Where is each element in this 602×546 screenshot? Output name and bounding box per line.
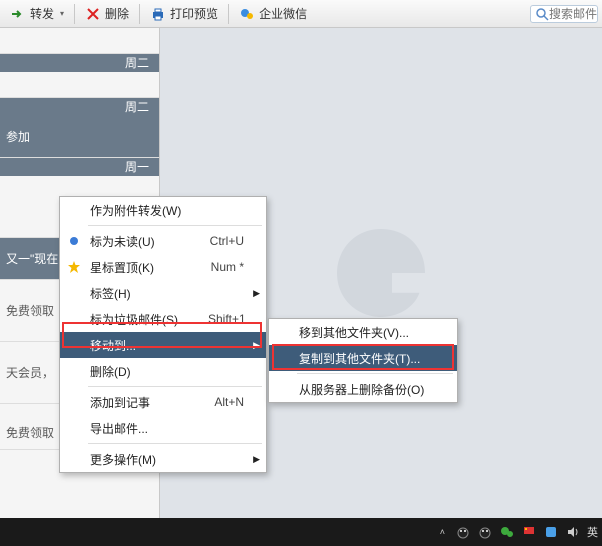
toolbar: 转发 ▾ 删除 打印预览 企业微信 <box>0 0 602 28</box>
day-header: 周一 <box>0 158 159 176</box>
separator <box>74 4 75 24</box>
qq-icon[interactable] <box>455 524 471 540</box>
menu-label: 标为未读(U) <box>90 233 155 250</box>
flag-icon[interactable] <box>521 524 537 540</box>
delete-icon <box>85 6 101 22</box>
menu-mark-unread[interactable]: 标为未读(U) Ctrl+U <box>60 228 266 254</box>
menu-label: 导出邮件... <box>90 420 148 437</box>
list-item[interactable]: 参加 <box>0 116 159 158</box>
submenu-move-other[interactable]: 移到其他文件夹(V)... <box>269 319 457 345</box>
shortcut: Alt+N <box>184 395 244 409</box>
menu-label: 复制到其他文件夹(T)... <box>299 350 420 367</box>
context-submenu: 移到其他文件夹(V)... 复制到其他文件夹(T)... 从服务器上删除备份(O… <box>268 318 458 403</box>
delete-label: 删除 <box>105 5 129 22</box>
menu-forward-as-attachment[interactable]: 作为附件转发(W) <box>60 197 266 223</box>
menu-label: 星标置顶(K) <box>90 259 154 276</box>
forward-button[interactable]: 转发 ▾ <box>4 3 70 24</box>
menu-separator <box>88 225 262 226</box>
star-icon <box>66 259 82 275</box>
shortcut: Num * <box>181 260 244 274</box>
submenu-arrow-icon: ▶ <box>253 454 260 465</box>
menu-more[interactable]: 更多操作(M) ▶ <box>60 446 266 472</box>
wecom-label: 企业微信 <box>259 5 307 22</box>
menu-label: 从服务器上删除备份(O) <box>299 381 424 398</box>
menu-label: 标为垃圾邮件(S) <box>90 311 178 328</box>
submenu-arrow-icon: ▶ <box>253 288 260 299</box>
search-icon <box>535 7 549 21</box>
app-logo-icon <box>326 218 436 328</box>
menu-star-pin[interactable]: 星标置顶(K) Num * <box>60 254 266 280</box>
wecom-icon <box>239 6 255 22</box>
menu-label: 移动到... <box>90 337 136 354</box>
dropdown-arrow-icon: ▾ <box>60 9 64 18</box>
shortcut: Ctrl+U <box>180 234 244 248</box>
separator <box>139 4 140 24</box>
wechat-icon[interactable] <box>499 524 515 540</box>
menu-add-to-notes[interactable]: 添加到记事 Alt+N <box>60 389 266 415</box>
search-input[interactable] <box>549 7 598 21</box>
menu-tags[interactable]: 标签(H) ▶ <box>60 280 266 306</box>
qq-icon[interactable] <box>477 524 493 540</box>
print-preview-label: 打印预览 <box>170 5 218 22</box>
menu-label: 作为附件转发(W) <box>90 202 181 219</box>
shortcut: Shift+1 <box>178 312 246 326</box>
menu-label: 删除(D) <box>90 363 131 380</box>
submenu-delete-server[interactable]: 从服务器上删除备份(O) <box>269 376 457 402</box>
forward-label: 转发 <box>30 5 54 22</box>
menu-mark-spam[interactable]: 标为垃圾邮件(S) Shift+1 <box>60 306 266 332</box>
printer-icon <box>150 6 166 22</box>
list-item[interactable] <box>0 28 159 54</box>
unread-icon <box>66 233 82 249</box>
menu-label: 添加到记事 <box>90 394 150 411</box>
print-preview-button[interactable]: 打印预览 <box>144 3 224 24</box>
tray-up-arrow[interactable]: ˄ <box>436 527 449 537</box>
menu-label: 移到其他文件夹(V)... <box>299 324 409 341</box>
taskbar: ˄ 英 <box>0 518 602 546</box>
menu-separator <box>88 443 262 444</box>
volume-icon[interactable] <box>565 524 581 540</box>
submenu-copy-other[interactable]: 复制到其他文件夹(T)... <box>269 345 457 371</box>
menu-label: 标签(H) <box>90 285 131 302</box>
list-item-text: 参加 <box>6 128 153 145</box>
separator <box>228 4 229 24</box>
context-menu: 作为附件转发(W) 标为未读(U) Ctrl+U 星标置顶(K) Num * 标… <box>59 196 267 473</box>
wecom-button[interactable]: 企业微信 <box>233 3 313 24</box>
ime-indicator[interactable]: 英 <box>587 524 598 540</box>
delete-button[interactable]: 删除 <box>79 3 135 24</box>
day-header: 周二 <box>0 54 159 72</box>
menu-separator <box>88 386 262 387</box>
menu-label: 更多操作(M) <box>90 451 156 468</box>
search-box[interactable] <box>530 5 598 23</box>
forward-icon <box>10 6 26 22</box>
menu-separator <box>297 373 453 374</box>
menu-export-mail[interactable]: 导出邮件... <box>60 415 266 441</box>
menu-move-to[interactable]: 移动到... ▶ <box>60 332 266 358</box>
menu-delete[interactable]: 删除(D) <box>60 358 266 384</box>
day-header: 周二 <box>0 98 159 116</box>
app-tray-icon[interactable] <box>543 524 559 540</box>
submenu-arrow-icon: ▶ <box>253 340 260 351</box>
list-item[interactable] <box>0 72 159 98</box>
